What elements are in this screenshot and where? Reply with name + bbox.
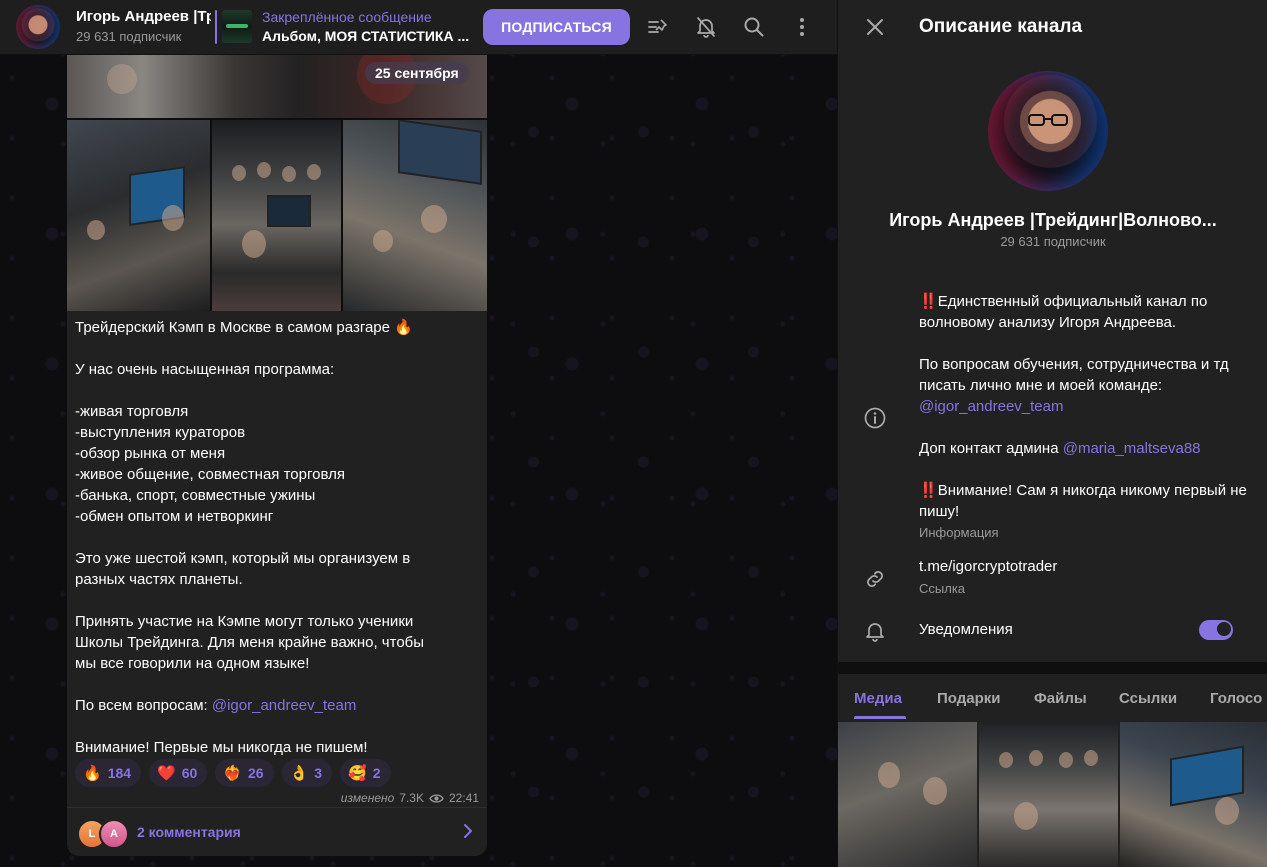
commenter-avatar: A [99,819,129,849]
channel-name: Игорь Андреев |Трейдинг|Волново... [889,210,1217,230]
info-label: Информация [919,525,999,540]
description-p4: Внимание! Сам я никогда никому первый не… [919,482,1247,520]
close-icon[interactable] [864,16,886,38]
reaction-emoji: 🥰 [348,764,367,782]
reactions-bar: 🔥 184 ❤️ 60 ❤️‍🔥 26 👌 3 🥰 2 [75,759,391,789]
channel-link[interactable]: t.me/igorcryptotrader [919,558,1057,575]
description-p1: Единственный официальный канал по волнов… [919,293,1208,331]
message-time: 22:41 [448,791,479,805]
subscriber-count: 29 631 подписчик [76,29,182,44]
admin-contact-link[interactable]: @maria_maltseva88 [1063,440,1201,457]
tab-voice[interactable]: Голосо [1210,690,1262,707]
reaction-emoji: 🔥 [83,764,102,782]
album-photo-1[interactable] [67,120,210,311]
message-body: Трейдерский Кэмп в Москве в самом разгар… [75,319,425,672]
channel-title[interactable]: Игорь Андреев |Трейдинг|Волновой анализ [76,8,211,25]
section-divider [838,662,1267,674]
reaction-smiling-hearts[interactable]: 🥰 2 [340,759,391,787]
panel-title: Описание канала [919,16,1083,37]
more-vertical-icon[interactable] [790,15,814,39]
description-team-link[interactable]: @igor_andreev_team [919,398,1063,415]
album-photo-2[interactable] [212,120,341,311]
tab-gifts[interactable]: Подарки [937,690,1001,707]
tab-files[interactable]: Файлы [1034,690,1087,707]
description-p2: По вопросам обучения, сотрудничества и т… [919,356,1229,394]
comments-label: 2 комментария [137,824,241,840]
edited-label: изменено [340,791,395,805]
contact-prefix: По всем вопросам: [75,697,212,714]
message-meta: изменено 7.3K 22:41 [341,791,479,805]
media-thumbnail[interactable] [979,722,1118,867]
description-p3: Доп контакт админа [919,440,1063,457]
link-label: Ссылка [919,581,966,596]
media-thumbnail[interactable] [1120,722,1267,867]
tab-media[interactable]: Медиа [854,690,902,707]
reaction-ok-hand[interactable]: 👌 3 [281,759,333,787]
subscribe-button[interactable]: ПОДПИСАТЬСЯ [483,9,630,45]
reaction-emoji: ❤️‍🔥 [223,764,242,782]
glasses-shape [1028,114,1068,126]
chevron-right-icon [464,824,472,838]
pinned-label[interactable]: Закреплённое сообщение [262,9,432,25]
pinned-text[interactable]: Альбом, МОЯ СТАТИСТИКА ... [262,28,469,44]
reaction-count: 3 [314,765,323,781]
reaction-count: 60 [181,765,198,781]
pinned-list-icon[interactable] [646,15,670,39]
final-line: Внимание! Первые мы никогда не пишем! [75,739,368,756]
date-badge: 25 сентября [365,62,469,84]
contact-link[interactable]: @igor_andreev_team [212,697,356,714]
channel-avatar-large[interactable] [988,71,1108,191]
chat-area: 25 сентября Трейдерский Кэмп в Москве в … [0,0,837,867]
channel-subscribers: 29 631 подписчик [1000,234,1106,249]
notifications-label: Уведомления [919,621,1013,638]
double-exclamation-icon: ‼️ [919,482,938,499]
message-bubble: Трейдерский Кэмп в Москве в самом разгар… [67,311,487,856]
tab-links[interactable]: Ссылки [1119,690,1177,707]
reaction-emoji: 👌 [289,764,309,782]
channel-description: ‼️ Единственный официальный канал по волн… [919,291,1249,522]
reaction-count: 2 [372,765,381,781]
channel-avatar[interactable] [16,5,60,49]
chat-header: Игорь Андреев |Трейдинг|Волновой анализ … [0,0,837,55]
eye-icon [429,793,444,803]
notifications-toggle[interactable] [1199,620,1233,640]
reaction-count: 26 [248,765,264,781]
media-thumbnail[interactable] [838,722,977,867]
reaction-heart-on-fire[interactable]: ❤️‍🔥 26 [215,759,274,787]
album-photo-3[interactable] [343,120,487,311]
bell-icon [866,623,884,642]
pinned-indicator [215,10,217,44]
channel-info-panel: Описание канала Игорь Андреев |Трейдинг|… [837,0,1267,867]
pinned-thumbnail[interactable] [222,10,252,43]
reaction-fire[interactable]: 🔥 184 [75,759,142,787]
info-icon [864,407,886,429]
reaction-emoji: ❤️ [157,764,176,782]
media-tabs: Медиа Подарки Файлы Ссылки Голосо [838,674,1267,720]
media-grid [838,722,1267,867]
search-icon[interactable] [742,15,766,39]
active-tab-indicator [854,716,906,719]
comments-button[interactable]: L A 2 комментария [67,807,487,857]
message-text: Трейдерский Кэмп в Москве в самом разгар… [75,317,480,758]
reaction-count: 184 [107,765,132,781]
double-exclamation-icon: ‼️ [919,293,938,310]
views-count: 7.3K [399,791,424,805]
link-icon [867,571,883,587]
reaction-heart[interactable]: ❤️ 60 [149,759,208,787]
mute-bell-icon[interactable] [694,15,718,39]
